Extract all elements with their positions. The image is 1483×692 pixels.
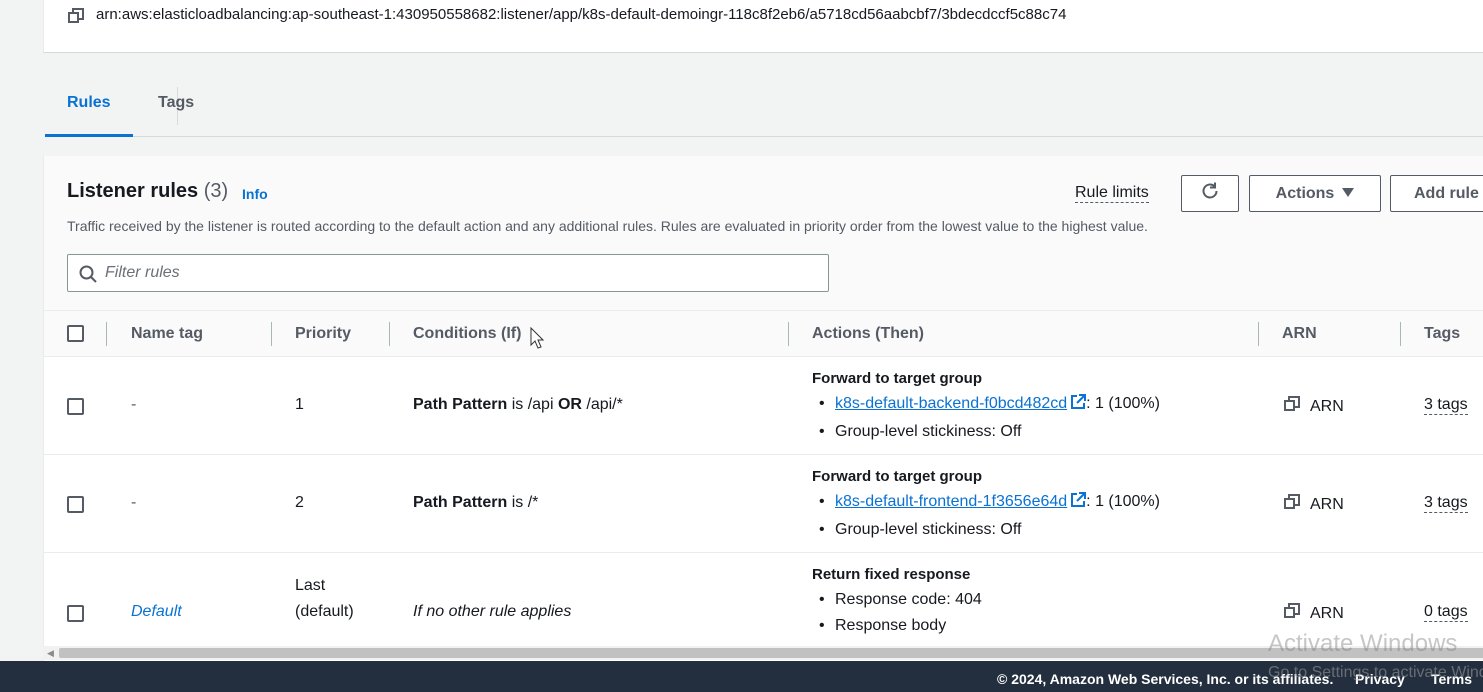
row-checkbox[interactable] xyxy=(67,605,84,622)
target-weight: : 1 (100%) xyxy=(1086,493,1160,510)
column-separator[interactable] xyxy=(1400,322,1401,346)
column-separator xyxy=(106,322,107,346)
action-title: Forward to target group xyxy=(812,468,982,485)
search-icon xyxy=(79,265,97,288)
condition-value: Path Pattern is /* xyxy=(413,494,538,512)
arn-copy-cell[interactable]: ARN xyxy=(1284,494,1344,515)
condition-or: OR xyxy=(557,396,582,413)
tab-tags[interactable]: Tags xyxy=(136,80,216,137)
info-link[interactable]: Info xyxy=(242,186,268,202)
listener-rules-title: Listener rules xyxy=(67,180,199,202)
response-body-item: Response body xyxy=(812,613,982,639)
listener-rules-heading: Listener rules (3) xyxy=(67,180,228,203)
stickiness-item: Group-level stickiness: Off xyxy=(812,517,1160,543)
arn-label: ARN xyxy=(1310,495,1344,513)
priority-value: 2 xyxy=(295,494,304,511)
target-group-link[interactable]: k8s-default-backend-f0bcd482cd xyxy=(835,395,1067,412)
listener-rules-count: (3) xyxy=(203,180,229,202)
table-row: - 2 Path Pattern is /* Forward to target… xyxy=(44,455,1483,553)
copy-icon[interactable] xyxy=(68,8,84,29)
column-separator[interactable] xyxy=(1258,322,1259,346)
column-header-conditions[interactable]: Conditions (If) xyxy=(413,325,521,343)
row-checkbox[interactable] xyxy=(67,398,84,415)
rules-table-header: Name tag Priority Conditions (If) Action… xyxy=(44,310,1483,357)
name-tag-value: - xyxy=(131,396,137,413)
condition-operator: is /api xyxy=(507,396,558,413)
select-all-checkbox[interactable] xyxy=(67,325,84,342)
mouse-cursor-icon xyxy=(530,326,545,354)
external-link-icon[interactable] xyxy=(1070,393,1087,419)
tags-count-link[interactable]: 3 tags xyxy=(1424,494,1468,513)
listener-arn-value: arn:aws:elasticloadbalancing:ap-southeas… xyxy=(96,6,1067,23)
response-code-item: Response code: 404 xyxy=(812,587,982,613)
listener-arn-panel: arn:aws:elasticloadbalancing:ap-southeas… xyxy=(43,0,1483,53)
tab-bar: Rules Tags xyxy=(45,80,1483,137)
column-header-name-tag[interactable]: Name tag xyxy=(131,325,203,343)
column-header-actions[interactable]: Actions (Then) xyxy=(812,325,924,343)
action-title: Forward to target group xyxy=(812,370,982,387)
tags-count-link[interactable]: 3 tags xyxy=(1424,396,1468,415)
target-weight: : 1 (100%) xyxy=(1086,395,1160,412)
table-row: - 1 Path Pattern is /api OR /api/* Forwa… xyxy=(44,357,1483,455)
column-header-tags[interactable]: Tags xyxy=(1424,325,1460,343)
actions-label: Actions xyxy=(1275,184,1335,202)
condition-operator: is /* xyxy=(507,494,539,511)
name-tag-value: - xyxy=(131,494,137,511)
arn-label: ARN xyxy=(1310,604,1344,622)
stickiness-item: Group-level stickiness: Off xyxy=(812,419,1160,445)
target-group-item: k8s-default-frontend-1f3656e64d : 1 (100%… xyxy=(812,489,1160,517)
arn-copy-cell[interactable]: ARN xyxy=(1284,396,1344,417)
condition-value: Path Pattern is /api OR /api/* xyxy=(413,396,623,414)
activate-windows-hint: Go to Settings to activate Windows. xyxy=(1268,664,1483,681)
condition-field: Path Pattern xyxy=(413,396,508,413)
listener-rules-card: Listener rules (3) Info Traffic received… xyxy=(43,156,1483,676)
tags-count-link[interactable]: 0 tags xyxy=(1424,603,1468,622)
row-checkbox[interactable] xyxy=(67,496,84,513)
tab-rules[interactable]: Rules xyxy=(45,80,133,137)
column-header-priority[interactable]: Priority xyxy=(295,325,351,343)
arn-label: ARN xyxy=(1310,397,1344,415)
arn-copy-cell[interactable]: ARN xyxy=(1284,603,1344,624)
target-group-link[interactable]: k8s-default-frontend-1f3656e64d xyxy=(835,493,1067,510)
copy-icon[interactable] xyxy=(1284,396,1300,417)
action-block: Return fixed response Response code: 404… xyxy=(812,566,982,639)
activate-windows-watermark: Activate Windows xyxy=(1268,630,1458,657)
priority-value: 1 xyxy=(295,396,304,413)
refresh-icon xyxy=(1200,181,1220,206)
priority-value-line1: Last xyxy=(295,577,326,594)
listener-rules-description: Traffic received by the listener is rout… xyxy=(67,218,1148,234)
condition-rest: /api/* xyxy=(581,396,623,413)
actions-dropdown-button[interactable]: Actions xyxy=(1249,175,1381,212)
action-block: Forward to target group k8s-default-back… xyxy=(812,370,1160,445)
target-group-item: k8s-default-backend-f0bcd482cd : 1 (100%) xyxy=(812,391,1160,419)
filter-rules-input[interactable] xyxy=(105,255,805,291)
filter-rules-box xyxy=(67,254,829,292)
column-header-arn[interactable]: ARN xyxy=(1282,325,1317,343)
add-rule-button[interactable]: Add rule xyxy=(1390,175,1483,212)
name-tag-default-link[interactable]: Default xyxy=(131,603,182,621)
horizontal-scrollbar[interactable]: ◀ xyxy=(43,646,1483,660)
priority-value-line2: (default) xyxy=(295,603,354,620)
scroll-left-arrow-icon[interactable]: ◀ xyxy=(47,648,54,659)
rule-limits-link[interactable]: Rule limits xyxy=(1075,184,1149,203)
action-block: Forward to target group k8s-default-fron… xyxy=(812,468,1160,543)
console-footer: © 2024, Amazon Web Services, Inc. or its… xyxy=(0,661,1483,692)
refresh-button[interactable] xyxy=(1181,175,1239,212)
action-title: Return fixed response xyxy=(812,566,971,583)
copy-icon[interactable] xyxy=(1284,494,1300,515)
condition-value: If no other rule applies xyxy=(413,603,572,620)
caret-down-icon xyxy=(1342,185,1355,203)
column-separator[interactable] xyxy=(271,322,272,346)
column-separator[interactable] xyxy=(389,322,390,346)
external-link-icon[interactable] xyxy=(1070,491,1087,517)
copy-icon[interactable] xyxy=(1284,603,1300,624)
condition-field: Path Pattern xyxy=(413,494,508,511)
column-separator[interactable] xyxy=(788,322,789,346)
